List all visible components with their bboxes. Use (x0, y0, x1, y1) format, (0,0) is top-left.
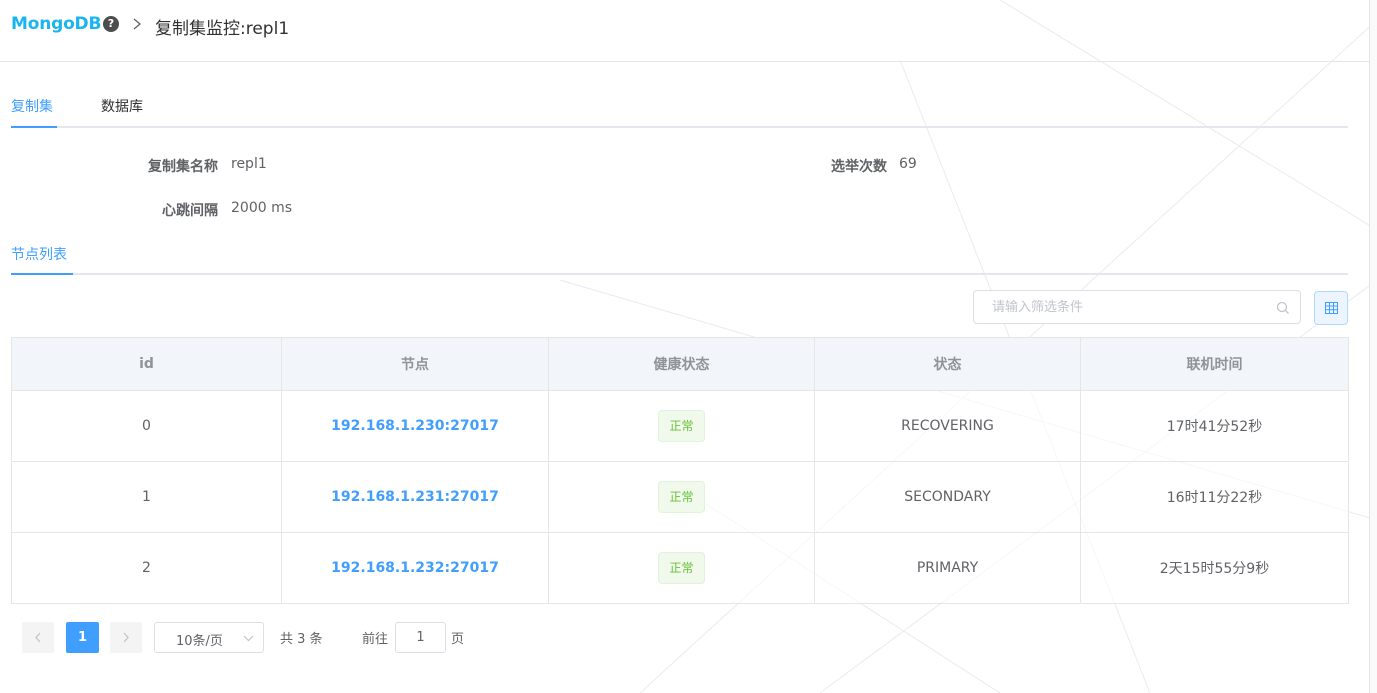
goto-label: 前往 (362, 632, 389, 647)
prev-page-button[interactable] (22, 622, 54, 653)
cell-health: 正常 (548, 390, 815, 462)
column-header-uptime[interactable]: 联机时间 (1080, 337, 1349, 391)
main-tabs: 复制集 数据库 (11, 88, 1348, 128)
health-status-badge: 正常 (658, 552, 705, 584)
tab-replica-set[interactable]: 复制集 (11, 96, 53, 116)
cell-health: 正常 (548, 532, 815, 604)
cell-uptime: 2天15时55分9秒 (1080, 532, 1349, 604)
total-count: 共 3 条 (280, 632, 323, 647)
cell-node: 192.168.1.230:27017 (281, 390, 549, 462)
brand-logo[interactable]: MongoDB (11, 14, 101, 34)
search-icon[interactable] (1276, 301, 1290, 315)
active-tab-indicator (11, 126, 57, 128)
column-settings-button[interactable] (1314, 291, 1348, 325)
cell-state: PRIMARY (814, 532, 1081, 604)
filter-input[interactable] (990, 299, 1264, 316)
election-count-value: 69 (899, 156, 917, 172)
page-size-select[interactable]: 10条/页 (154, 622, 264, 653)
node-table: id 节点 健康状态 状态 联机时间 0 192.168.1.230:27017… (11, 337, 1349, 604)
top-header: MongoDB ? 复制集监控:repl1 (0, 0, 1370, 62)
table-grid-icon (1325, 302, 1338, 314)
replica-name-label: 复制集名称 (148, 159, 218, 175)
replica-name-value: repl1 (231, 156, 267, 172)
page-size-value: 10条/页 (176, 634, 223, 649)
tabs-divider (11, 126, 1348, 128)
table-row: 2 192.168.1.232:27017 正常 PRIMARY 2天15时55… (11, 532, 1349, 604)
node-link[interactable]: 192.168.1.231:27017 (331, 489, 499, 505)
heartbeat-label: 心跳间隔 (162, 203, 218, 219)
table-row: 1 192.168.1.231:27017 正常 SECONDARY 16时11… (11, 461, 1349, 533)
node-link[interactable]: 192.168.1.232:27017 (331, 560, 499, 576)
cell-id: 2 (11, 532, 282, 604)
active-subtab-indicator (11, 273, 73, 275)
page-title: 复制集监控:repl1 (155, 19, 290, 39)
page-number-current[interactable]: 1 (66, 622, 99, 653)
next-page-button[interactable] (110, 622, 142, 653)
cell-health: 正常 (548, 461, 815, 533)
chevron-right-icon (123, 632, 129, 643)
cell-node: 192.168.1.231:27017 (281, 461, 549, 533)
column-header-id[interactable]: id (11, 337, 282, 391)
page-suffix-label: 页 (451, 632, 465, 647)
cell-state: SECONDARY (814, 461, 1081, 533)
chevron-right-icon (133, 18, 142, 30)
cell-id: 1 (11, 461, 282, 533)
cell-id: 0 (11, 390, 282, 462)
cell-uptime: 17时41分52秒 (1080, 390, 1349, 462)
chevron-down-icon (243, 635, 254, 642)
node-link[interactable]: 192.168.1.230:27017 (331, 418, 499, 434)
subtabs-divider (11, 273, 1348, 275)
column-header-health[interactable]: 健康状态 (548, 337, 815, 391)
tab-node-list[interactable]: 节点列表 (11, 244, 67, 264)
column-header-node[interactable]: 节点 (281, 337, 549, 391)
cell-uptime: 16时11分22秒 (1080, 461, 1349, 533)
election-count-label: 选举次数 (831, 159, 887, 175)
health-status-badge: 正常 (658, 481, 705, 513)
node-tabs: 节点列表 (11, 236, 1348, 275)
filter-search (973, 290, 1301, 324)
page-scrollbar[interactable] (1369, 0, 1377, 693)
page-jump-input[interactable]: 1 (395, 622, 446, 653)
cell-node: 192.168.1.232:27017 (281, 532, 549, 604)
table-header-row: id 节点 健康状态 状态 联机时间 (11, 337, 1349, 391)
table-row: 0 192.168.1.230:27017 正常 RECOVERING 17时4… (11, 390, 1349, 462)
help-icon[interactable]: ? (103, 16, 119, 32)
heartbeat-value: 2000 ms (231, 200, 293, 216)
chevron-left-icon (35, 632, 41, 643)
tab-database[interactable]: 数据库 (101, 96, 143, 116)
cell-state: RECOVERING (814, 390, 1081, 462)
pagination: 1 10条/页 共 3 条 前往 1 页 (22, 622, 722, 653)
health-status-badge: 正常 (658, 410, 705, 442)
column-header-state[interactable]: 状态 (814, 337, 1081, 391)
